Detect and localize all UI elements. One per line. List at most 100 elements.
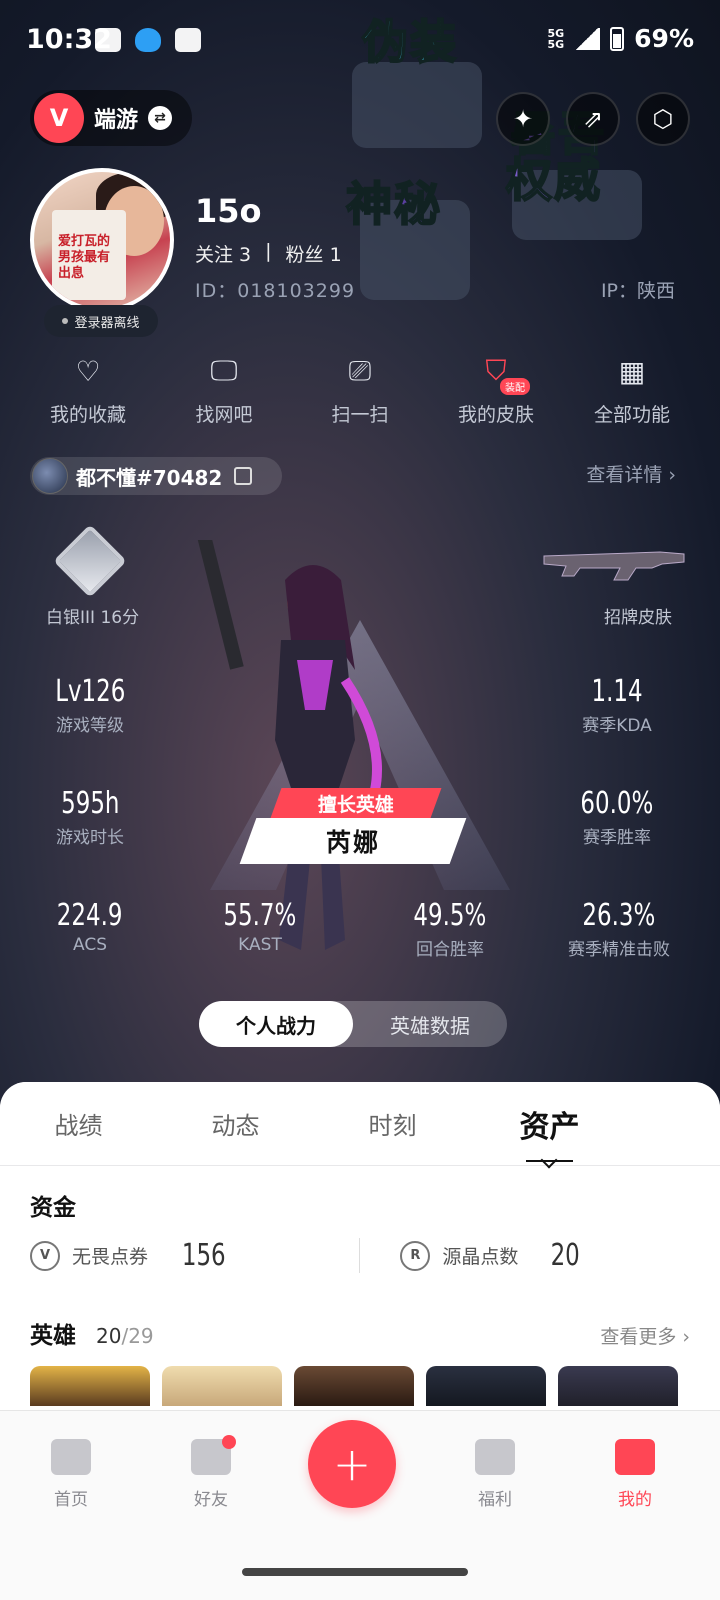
monitor-icon: 🖵 xyxy=(210,354,238,387)
featured-agent-name[interactable]: 芮娜 xyxy=(239,818,467,864)
notification-icons xyxy=(95,28,201,52)
profile-tabs: 战绩 动态 时刻 资产 xyxy=(0,1082,720,1166)
sticker-text-mystery: 神秘 xyxy=(345,176,442,232)
fans-count[interactable]: 粉丝 1 xyxy=(286,240,342,267)
funds-section: 资金 V 无畏点券 156 R 源晶点数 20 xyxy=(0,1166,720,1294)
heroes-title: 英雄 xyxy=(30,1323,76,1349)
nav-me[interactable]: 我的 xyxy=(590,1439,680,1510)
game-name: 端游 xyxy=(94,108,139,133)
settings-hexagon-icon: ⬡ xyxy=(652,105,674,133)
stat-kast: 55.7% KAST xyxy=(223,898,297,955)
quick-menu-find-cafe[interactable]: 🖵 找网吧 xyxy=(158,352,290,427)
scan-icon: ⎚ xyxy=(348,354,372,387)
login-status-badge: 登录器离线 xyxy=(44,305,158,337)
hero-thumb[interactable] xyxy=(30,1366,150,1406)
header-actions: ✦ ⇗ ⬡ xyxy=(496,92,690,146)
heroes-count: 20/29 xyxy=(96,1324,154,1348)
rank-label: 白银III 16分 xyxy=(46,608,140,628)
stat-headshot: 26.3% 赛季精准击败 xyxy=(568,898,670,960)
funds-row: V 无畏点券 156 R 源晶点数 20 xyxy=(30,1238,690,1273)
hero-thumb[interactable] xyxy=(162,1366,282,1406)
valorant-points: V 无畏点券 156 xyxy=(30,1238,359,1273)
stat-round-winrate: 49.5% 回合胜率 xyxy=(413,898,487,960)
rp-value: 20 xyxy=(550,1238,581,1273)
heart-icon: ♡ xyxy=(75,354,101,388)
nav-benefits[interactable]: 福利 xyxy=(450,1439,540,1510)
quick-menu: ♡ 我的收藏 🖵 找网吧 ⎚ 扫一扫 ⛉ 装配 我的皮肤 ▦ 全部功能 xyxy=(22,352,698,427)
network-indicator: 5G 5G xyxy=(547,26,565,51)
stats-segmented-control: 个人战力 英雄数据 xyxy=(199,1001,507,1047)
edit-icon: ✦ xyxy=(512,105,534,133)
avatar[interactable]: 爱打瓦的男孩最有出息 xyxy=(30,168,174,312)
heroes-section: 英雄 20/29 查看更多 › xyxy=(0,1294,720,1412)
account-avatar xyxy=(32,458,68,494)
sticker-text-disguise: 伪装 xyxy=(361,14,458,70)
view-detail-link[interactable]: 查看详情 › xyxy=(586,460,676,487)
tab-match-history[interactable]: 战绩 xyxy=(0,1106,157,1141)
segment-hero-data[interactable]: 英雄数据 xyxy=(353,1001,507,1047)
gift-icon xyxy=(475,1439,515,1475)
nav-friends[interactable]: 好友 xyxy=(166,1435,256,1510)
qq-icon xyxy=(135,28,161,52)
account-name: 都不懂#70482 xyxy=(76,465,223,490)
sticker-text-authority: 权威 xyxy=(505,152,602,208)
divider: | xyxy=(265,240,272,262)
vp-value: 156 xyxy=(181,1238,226,1273)
rp-icon: R xyxy=(400,1240,431,1271)
home-indicator xyxy=(242,1568,468,1576)
content-panel: 战绩 动态 时刻 资产 资金 V 无畏点券 156 R 源晶点数 20 英雄 2… xyxy=(0,1082,720,1412)
notification-dot xyxy=(222,1435,236,1449)
riot-account-chip[interactable]: 都不懂#70482 xyxy=(30,457,282,495)
hero-thumb[interactable] xyxy=(426,1366,546,1406)
radianite-points: R 源晶点数 20 xyxy=(359,1238,690,1273)
share-icon: ⇗ xyxy=(582,105,604,133)
tab-feed[interactable]: 动态 xyxy=(157,1106,314,1141)
copy-icon[interactable] xyxy=(234,467,253,485)
equip-badge: 装配 xyxy=(500,378,530,395)
signature-skin-label: 招牌皮肤 xyxy=(604,608,672,628)
tab-assets[interactable]: 资产 xyxy=(471,1102,628,1162)
game-switch-button[interactable]: V 端游 ⇄ xyxy=(30,90,192,146)
system-status: 5G 5G 69% xyxy=(547,24,694,53)
mail-icon xyxy=(175,28,201,52)
battery-percent: 69% xyxy=(634,24,694,53)
grid-icon: ▦ xyxy=(618,354,646,388)
home-icon xyxy=(51,1439,91,1475)
settings-button[interactable]: ⬡ xyxy=(636,92,690,146)
stat-kda: 1.14 赛季KDA xyxy=(582,674,652,736)
view-more-link[interactable]: 查看更多 › xyxy=(600,1322,690,1349)
segment-personal-power[interactable]: 个人战力 xyxy=(199,1001,353,1047)
battery-icon xyxy=(610,26,625,51)
quick-menu-favorites[interactable]: ♡ 我的收藏 xyxy=(22,352,154,427)
stat-level: Lv126 游戏等级 xyxy=(54,674,126,736)
following-count[interactable]: 关注 3 xyxy=(195,240,251,267)
user-id: ID：018103299 xyxy=(195,280,356,302)
wechat-icon xyxy=(95,28,121,52)
share-button[interactable]: ⇗ xyxy=(566,92,620,146)
edit-profile-button[interactable]: ✦ xyxy=(496,92,550,146)
tab-moments[interactable]: 时刻 xyxy=(314,1106,471,1141)
hero-thumb[interactable] xyxy=(558,1366,678,1406)
nav-home[interactable]: 首页 xyxy=(26,1439,116,1510)
quick-menu-scan[interactable]: ⎚ 扫一扫 xyxy=(294,352,426,427)
stat-acs: 224.9 ACS xyxy=(57,898,123,955)
ip-location: IP：陕西 xyxy=(600,280,675,302)
swap-icon: ⇄ xyxy=(148,106,173,130)
status-dot-icon xyxy=(62,318,69,324)
hero-thumb[interactable] xyxy=(294,1366,414,1406)
profile-icon xyxy=(615,1439,655,1475)
vp-icon: V xyxy=(30,1240,60,1271)
quick-menu-all[interactable]: ▦ 全部功能 xyxy=(566,352,698,427)
funds-title: 资金 xyxy=(30,1195,76,1221)
valorant-logo-icon: V xyxy=(34,93,84,143)
user-name: 15o xyxy=(195,192,262,230)
stat-season-winrate: 60.0% 赛季胜率 xyxy=(580,786,654,848)
avatar-book: 爱打瓦的男孩最有出息 xyxy=(52,210,126,300)
signal-icon xyxy=(574,27,601,50)
create-post-button[interactable]: + xyxy=(308,1420,396,1508)
quick-menu-skins[interactable]: ⛉ 装配 我的皮肤 xyxy=(430,352,562,427)
hero-thumbnails xyxy=(30,1366,690,1406)
stat-playtime: 595h 游戏时长 xyxy=(56,786,124,848)
featured-agent-tag: 擅长英雄 xyxy=(270,788,442,818)
sticker-figures-1 xyxy=(352,62,482,148)
